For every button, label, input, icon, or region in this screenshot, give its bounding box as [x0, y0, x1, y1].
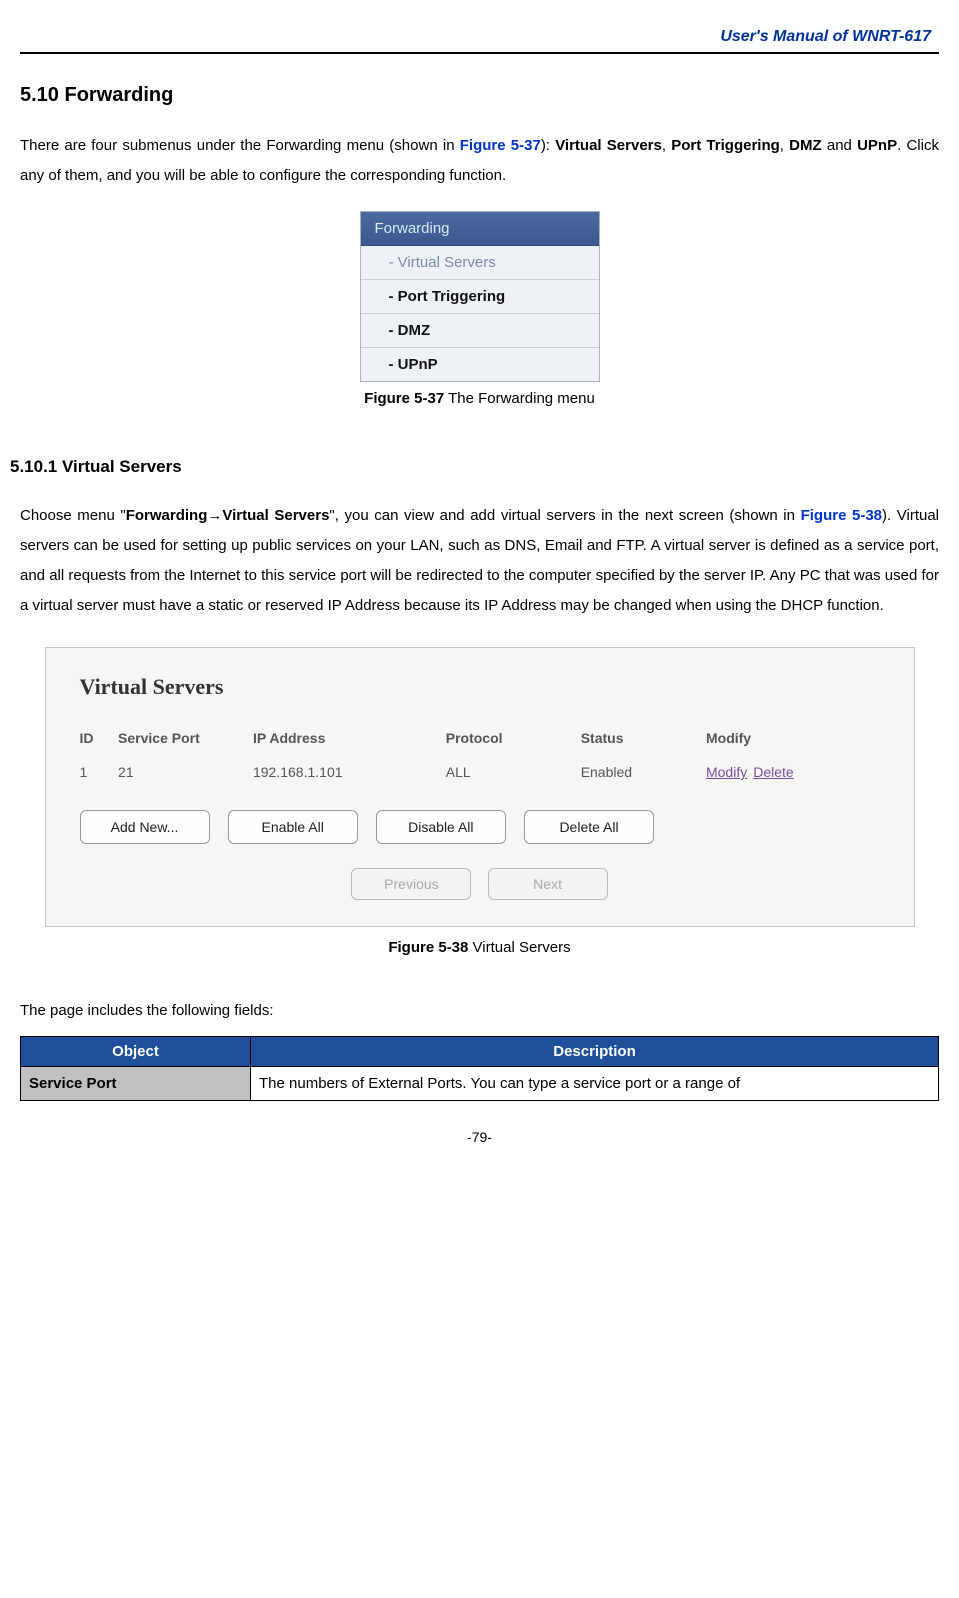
intro-and: and: [822, 137, 857, 154]
p1-a: Choose menu ": [20, 507, 126, 524]
intro-sep2: ,: [780, 137, 789, 154]
header-divider: [20, 52, 939, 54]
p1-b: ", you can view and add virtual servers …: [329, 507, 800, 524]
col-protocol: Protocol: [446, 730, 581, 746]
intro-text-a: There are four submenus under the Forwar…: [20, 137, 460, 154]
figure-5-37-number: Figure 5-37: [364, 390, 444, 407]
cell-protocol: ALL: [446, 764, 581, 780]
obj-table-row: Service Port The numbers of External Por…: [21, 1067, 939, 1101]
intro-bold-dmz: DMZ: [789, 137, 822, 154]
add-new-button[interactable]: Add New...: [80, 810, 210, 844]
th-description: Description: [251, 1037, 939, 1067]
figure-5-38-caption: Figure 5-38 Virtual Servers: [20, 939, 939, 956]
modify-link[interactable]: Modify: [706, 764, 747, 780]
intro-bold-port-triggering: Port Triggering: [671, 137, 780, 154]
cell-service-port: 21: [118, 764, 253, 780]
intro-bold-upnp: UPnP: [857, 137, 897, 154]
button-row: Add New... Enable All Disable All Delete…: [80, 810, 896, 844]
disable-all-button[interactable]: Disable All: [376, 810, 506, 844]
cell-status: Enabled: [581, 764, 706, 780]
table-header-row: ID Service Port IP Address Protocol Stat…: [64, 724, 896, 752]
pager-row: Previous Next: [64, 868, 896, 900]
virtual-servers-panel: Virtual Servers ID Service Port IP Addre…: [45, 647, 915, 927]
col-status: Status: [581, 730, 706, 746]
desc-cell-service-port: The numbers of External Ports. You can t…: [251, 1067, 939, 1101]
forwarding-menu: Forwarding - Virtual Servers - Port Trig…: [360, 211, 600, 382]
subsection-intro: Choose menu "Forwarding→Virtual Servers"…: [20, 501, 939, 621]
header-title: User's Manual of WNRT-617: [720, 28, 931, 45]
cell-modify: Modify Delete: [706, 764, 880, 780]
fields-intro: The page includes the following fields:: [20, 996, 939, 1026]
virtual-servers-table: ID Service Port IP Address Protocol Stat…: [64, 724, 896, 786]
intro-text-mid: ):: [541, 137, 555, 154]
cell-id: 1: [80, 764, 119, 780]
figure-5-38-link[interactable]: Figure 5-38: [801, 507, 882, 524]
enable-all-button[interactable]: Enable All: [228, 810, 358, 844]
menu-item-port-triggering[interactable]: - Port Triggering: [361, 280, 599, 314]
panel-title: Virtual Servers: [80, 674, 896, 700]
col-id: ID: [80, 730, 119, 746]
obj-table-head-row: Object Description: [21, 1037, 939, 1067]
figure-5-37-link[interactable]: Figure 5-37: [460, 137, 541, 154]
menu-item-upnp[interactable]: - UPnP: [361, 348, 599, 381]
figure-5-37: Forwarding - Virtual Servers - Port Trig…: [20, 211, 939, 407]
figure-5-38-number: Figure 5-38: [388, 939, 468, 956]
section-intro: There are four submenus under the Forwar…: [20, 131, 939, 191]
intro-bold-virtual-servers: Virtual Servers: [555, 137, 662, 154]
col-ip: IP Address: [253, 730, 446, 746]
menu-item-virtual-servers[interactable]: - Virtual Servers: [361, 246, 599, 280]
page-number: -79-: [20, 1129, 939, 1145]
subsection-heading: 5.10.1 Virtual Servers: [10, 457, 939, 477]
cell-ip: 192.168.1.101: [253, 764, 446, 780]
previous-button[interactable]: Previous: [351, 868, 471, 900]
page-header: User's Manual of WNRT-617: [20, 20, 939, 46]
obj-cell-service-port: Service Port: [21, 1067, 251, 1101]
figure-5-38-text: Virtual Servers: [468, 939, 570, 956]
object-description-table: Object Description Service Port The numb…: [20, 1036, 939, 1101]
next-button[interactable]: Next: [488, 868, 608, 900]
p1-bold: Forwarding→Virtual Servers: [126, 507, 330, 524]
col-service-port: Service Port: [118, 730, 253, 746]
delete-link[interactable]: Delete: [753, 764, 793, 780]
figure-5-37-caption: Figure 5-37 The Forwarding menu: [20, 390, 939, 407]
figure-5-38: Virtual Servers ID Service Port IP Addre…: [20, 647, 939, 956]
col-modify: Modify: [706, 730, 880, 746]
figure-5-37-text: The Forwarding menu: [444, 390, 595, 407]
intro-sep1: ,: [662, 137, 671, 154]
table-row: 1 21 192.168.1.101 ALL Enabled Modify Del…: [64, 758, 896, 786]
section-heading: 5.10 Forwarding: [20, 84, 939, 107]
delete-all-button[interactable]: Delete All: [524, 810, 654, 844]
forwarding-menu-header[interactable]: Forwarding: [361, 212, 599, 246]
menu-item-dmz[interactable]: - DMZ: [361, 314, 599, 348]
th-object: Object: [21, 1037, 251, 1067]
